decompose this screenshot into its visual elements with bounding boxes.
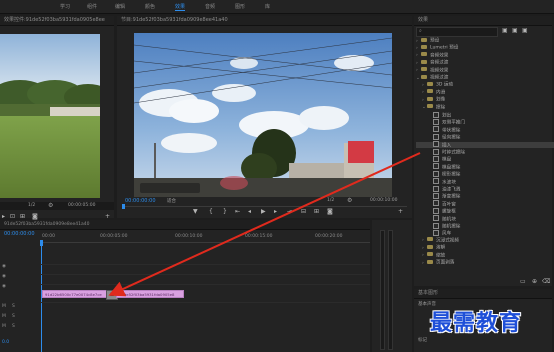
annotation-arrow bbox=[108, 152, 421, 297]
watermark-logo: 最需教育 bbox=[430, 310, 523, 336]
